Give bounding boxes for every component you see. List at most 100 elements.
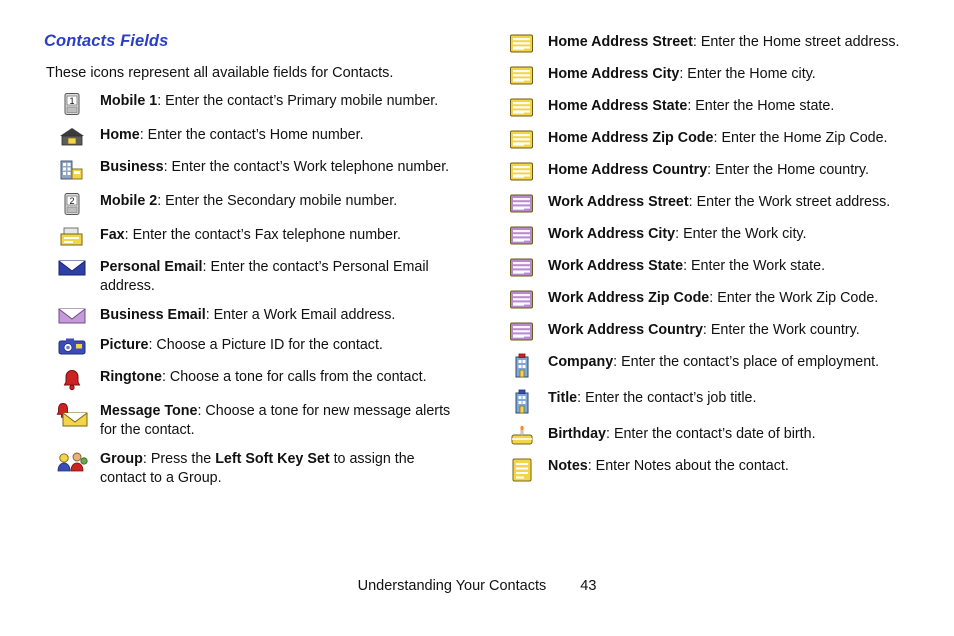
field-label: Picture [100,337,149,353]
field-description: Personal Email: Enter the contact’s Pers… [100,257,464,296]
field-label: Home Address Zip Code [548,130,714,146]
field-row: Birthday: Enter the contact’s date of bi… [496,424,926,447]
document-page: Contacts Fields These icons represent al… [0,0,954,636]
field-description-text: : Enter the contact’s Primary mobile num… [157,93,439,109]
page-title: Contacts Fields [44,32,169,50]
field-row: Ringtone: Choose a tone for calls from t… [44,367,464,392]
field-description-text: : Enter the contact’s place of employmen… [613,354,880,370]
field-label: Work Address City [548,226,676,242]
field-description-text: : Enter the Home Zip Code. [713,130,888,146]
field-row: Home Address City: Enter the Home city. [496,64,926,87]
field-label: Message Tone [100,403,198,419]
field-description-text: : Enter the contact’s Fax telephone numb… [124,227,401,243]
field-description: Notes: Enter Notes about the contact. [548,456,789,476]
work-address-city-icon [496,224,548,247]
field-description-text: : Enter Notes about the contact. [587,458,789,474]
field-row: Picture: Choose a Picture ID for the con… [44,335,464,358]
field-description: Title: Enter the contact’s job title. [548,388,756,408]
field-label: Title [548,390,578,406]
right-column: Home Address Street: Enter the Home stre… [496,32,926,492]
field-description-text: : Enter the Work city. [675,226,807,242]
field-description: Group: Press the Left Soft Key Set to as… [100,449,464,488]
field-description-text: : Enter the Home state. [687,98,835,114]
field-description-text: : Enter the Secondary mobile number. [157,193,398,209]
field-description: Mobile 2: Enter the Secondary mobile num… [100,191,397,211]
field-row: Work Address State: Enter the Work state… [496,256,926,279]
field-description: Ringtone: Choose a tone for calls from t… [100,367,427,387]
field-row: Home Address State: Enter the Home state… [496,96,926,119]
field-description: Mobile 1: Enter the contact’s Primary mo… [100,91,438,111]
field-label: Personal Email [100,259,203,275]
svg-text:2: 2 [69,196,74,206]
business-phone-icon [44,157,100,182]
fax-icon [44,225,100,248]
field-label: Notes [548,458,588,474]
mobile-2-icon: 2 [44,191,100,216]
page-footer: Understanding Your Contacts 43 [0,578,954,594]
field-label: Home [100,127,140,143]
field-description: Home Address State: Enter the Home state… [548,96,834,116]
intro-paragraph: These icons represent all available fiel… [46,65,394,81]
home-address-city-icon [496,64,548,87]
field-description-text: : Enter the contact’s Work telephone num… [163,159,450,175]
field-row: Work Address Zip Code: Enter the Work Zi… [496,288,926,311]
field-description-text: : Enter the Home city. [679,66,816,82]
field-label: Ringtone [100,369,162,385]
field-description: Business Email: Enter a Work Email addre… [100,305,395,325]
field-label: Home Address City [548,66,680,82]
work-address-street-icon [496,192,548,215]
field-description: Home Address Street: Enter the Home stre… [548,32,899,52]
footer-chapter: Understanding Your Contacts [357,578,547,594]
field-label: Business Email [100,307,206,323]
title-icon [496,388,548,415]
field-description-text: : Enter the Work Zip Code. [709,290,879,306]
picture-icon [44,335,100,358]
svg-text:1: 1 [69,96,74,106]
personal-email-icon [44,257,100,278]
right-field-list: Home Address Street: Enter the Home stre… [496,32,926,483]
birthday-icon [496,424,548,447]
home-address-state-icon [496,96,548,119]
message-tone-icon [44,401,100,428]
field-description-text: : Enter the Work street address. [688,194,891,210]
field-label: Business [100,159,164,175]
field-row: Group: Press the Left Soft Key Set to as… [44,449,464,488]
field-description-text: : Enter the Home street address. [692,34,900,50]
field-row: 1 Mobile 1: Enter the contact’s Primary m… [44,91,464,116]
field-description: Work Address State: Enter the Work state… [548,256,825,276]
field-description: Picture: Choose a Picture ID for the con… [100,335,383,355]
field-label: Fax [100,227,125,243]
field-row: Home: Enter the contact’s Home number. [44,125,464,148]
home-phone-icon [44,125,100,148]
field-description-text: : Enter the contact’s date of birth. [606,426,816,442]
home-address-street-icon [496,32,548,55]
field-label: Work Address State [548,258,684,274]
field-row: Home Address Country: Enter the Home cou… [496,160,926,183]
left-column: Contacts Fields These icons represent al… [44,32,464,497]
field-description: Company: Enter the contact’s place of em… [548,352,879,372]
field-description-text: : Enter the Home country. [707,162,869,178]
field-row: Fax: Enter the contact’s Fax telephone n… [44,225,464,248]
ringtone-icon [44,367,100,392]
field-description: Work Address City: Enter the Work city. [548,224,806,244]
field-row: Work Address Country: Enter the Work cou… [496,320,926,343]
work-address-state-icon [496,256,548,279]
field-label: Group [100,451,143,467]
field-description: Home Address Country: Enter the Home cou… [548,160,869,180]
field-label: Home Address State [548,98,688,114]
field-row: Work Address Street: Enter the Work stre… [496,192,926,215]
field-description-text: : Enter a Work Email address. [205,307,396,323]
field-description: Home Address City: Enter the Home city. [548,64,816,84]
field-row: Title: Enter the contact’s job title. [496,388,926,415]
field-description-text: : Enter the Work state. [683,258,826,274]
field-row: Company: Enter the contact’s place of em… [496,352,926,379]
field-row: Business: Enter the contact’s Work telep… [44,157,464,182]
footer-page-number: 43 [580,578,597,594]
field-description-text: : Enter the contact’s job title. [577,390,757,406]
field-description: Message Tone: Choose a tone for new mess… [100,401,464,440]
work-address-zip-icon [496,288,548,311]
field-description: Home: Enter the contact’s Home number. [100,125,364,145]
home-address-country-icon [496,160,548,183]
field-row: Work Address City: Enter the Work city. [496,224,926,247]
field-label: Mobile 2 [100,193,158,209]
